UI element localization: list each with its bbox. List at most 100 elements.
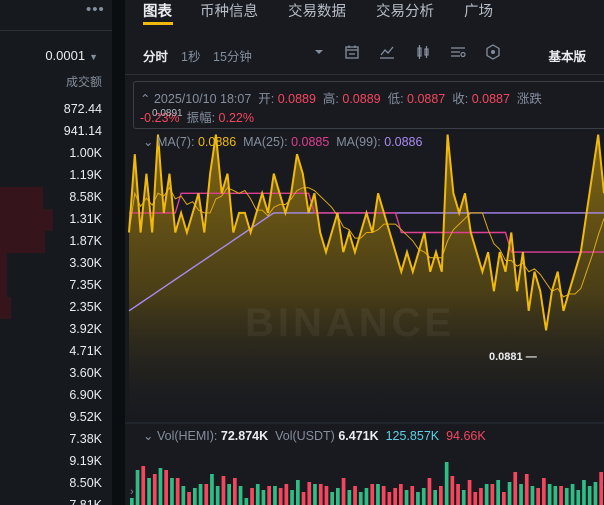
ma7-value: 0.0886 xyxy=(197,135,237,149)
vol-usdt-label: Vol(USDT) xyxy=(275,429,335,443)
volume-bar xyxy=(513,472,518,505)
chevron-up-icon[interactable]: ⌃ xyxy=(140,92,150,106)
order-book-row[interactable]: 2.35K xyxy=(0,297,112,319)
volume-bar xyxy=(433,490,437,505)
order-book-amount: 7.81K xyxy=(69,498,102,505)
volume-bar xyxy=(336,488,340,505)
chevron-down-icon: ▼ xyxy=(89,52,98,62)
volume-bar xyxy=(547,484,552,505)
volume-bar xyxy=(296,480,300,505)
order-book-amount: 1.00K xyxy=(69,146,102,160)
order-book-row[interactable]: 7.81K xyxy=(0,495,112,505)
order-book-row[interactable]: 1.00K xyxy=(0,143,112,165)
low-price-marker: 0.0881 — xyxy=(489,351,537,363)
volume-bar xyxy=(536,488,540,505)
hexagon-icon[interactable] xyxy=(485,44,501,60)
order-book-row[interactable]: 8.58K xyxy=(0,187,112,209)
volume-bar xyxy=(250,488,254,505)
order-book-amount: 3.30K xyxy=(69,256,102,270)
vol-ma2-value: 94.66K xyxy=(446,429,486,443)
tab-trading-data[interactable]: 交易数据 xyxy=(288,0,346,21)
order-book-row[interactable]: 941.14 xyxy=(0,121,112,143)
order-book-row[interactable]: 8.50K xyxy=(0,473,112,495)
volume-bar xyxy=(318,484,323,505)
candlestick-icon[interactable] xyxy=(415,44,431,60)
ma99-label: MA(99): xyxy=(336,135,381,149)
indicator-settings-icon[interactable] xyxy=(450,44,466,60)
volume-bar xyxy=(152,474,157,505)
order-book-amount: 8.50K xyxy=(69,476,102,490)
order-book-amount: 3.92K xyxy=(69,322,102,336)
ma-legend: ⌄ MA(7): 0.0886 MA(25): 0.0885 MA(99): 0… xyxy=(143,134,422,149)
volume-bar xyxy=(427,478,432,505)
interval-timeline[interactable]: 分时 xyxy=(143,46,168,65)
order-book-row[interactable]: 3.92K xyxy=(0,319,112,341)
volume-bar xyxy=(496,480,500,505)
tab-coin-info[interactable]: 币种信息 xyxy=(200,0,258,21)
chart-tabs: 图表 币种信息 交易数据 交易分析 广场 xyxy=(125,0,604,28)
volume-bar xyxy=(467,480,472,505)
volume-bar xyxy=(393,488,397,505)
ma-collapse-icon[interactable]: ⌄ xyxy=(143,135,153,149)
tab-trading-analysis[interactable]: 交易分析 xyxy=(376,0,434,21)
more-dots-icon[interactable]: ••• xyxy=(86,1,105,18)
volume-bar xyxy=(193,488,197,505)
precision-select[interactable]: 0.0001 ▼ xyxy=(45,48,98,63)
open-value: 0.0889 xyxy=(277,92,316,106)
volume-bar xyxy=(284,484,289,505)
order-book-amount: 6.90K xyxy=(69,388,102,402)
chevron-right-icon[interactable]: › xyxy=(130,486,134,498)
panel-divider[interactable] xyxy=(112,0,125,505)
interval-15m[interactable]: 15分钟 xyxy=(213,46,252,65)
volume-bar xyxy=(313,484,317,505)
order-book-amount: 7.38K xyxy=(69,432,102,446)
volume-bar xyxy=(170,478,174,505)
low-label: 低: xyxy=(387,92,404,106)
order-book-row[interactable]: 7.38K xyxy=(0,429,112,451)
volume-bar xyxy=(582,480,586,505)
volume-bar xyxy=(524,474,529,505)
volume-bar xyxy=(301,492,306,505)
volume-series xyxy=(130,462,603,505)
volume-bar xyxy=(587,486,592,505)
interval-1s[interactable]: 1秒 xyxy=(181,46,200,65)
order-book-amount: 4.71K xyxy=(69,344,102,358)
volume-bar xyxy=(255,484,260,505)
volume-bar xyxy=(542,478,546,505)
close-label: 收: xyxy=(452,92,469,106)
calendar-icon[interactable] xyxy=(344,44,360,60)
volume-bar xyxy=(564,488,569,505)
order-book-row[interactable]: 7.35K xyxy=(0,275,112,297)
volume-bar xyxy=(158,468,163,505)
order-book-row[interactable]: 4.71K xyxy=(0,341,112,363)
volume-bar xyxy=(244,498,249,505)
volume-bar xyxy=(370,484,375,505)
volume-bar xyxy=(416,492,420,505)
order-book-amount: 872.44 xyxy=(63,102,102,116)
vol-collapse-icon[interactable]: ⌄ xyxy=(143,429,153,443)
order-book-row[interactable]: 9.52K xyxy=(0,407,112,429)
order-book-row[interactable]: 6.90K xyxy=(0,385,112,407)
volume-bar xyxy=(461,490,466,505)
vol-ma1-value: 125.857K xyxy=(385,429,440,443)
volume-bar xyxy=(473,492,478,505)
order-book-row[interactable]: 1.87K xyxy=(0,231,112,253)
order-book-row[interactable]: 1.31K xyxy=(0,209,112,231)
volume-bar xyxy=(444,462,449,505)
tab-chart[interactable]: 图表 xyxy=(143,0,172,21)
volume-bar xyxy=(484,484,489,505)
dropdown-caret-icon[interactable] xyxy=(311,44,327,60)
order-book-row[interactable]: 9.19K xyxy=(0,451,112,473)
order-book-row[interactable]: 3.60K xyxy=(0,363,112,385)
volume-bar xyxy=(267,486,271,505)
depth-bar xyxy=(0,297,12,319)
order-book-row[interactable]: 872.44 xyxy=(0,99,112,121)
tab-square[interactable]: 广场 xyxy=(464,0,493,21)
depth-bar xyxy=(0,187,43,209)
view-mode-basic[interactable]: 基本版 xyxy=(548,46,586,65)
volume-bar xyxy=(261,490,266,505)
line-chart-icon[interactable] xyxy=(379,44,395,60)
order-book-row[interactable]: 3.30K xyxy=(0,253,112,275)
overlap-price-label: 0.0891 xyxy=(152,108,183,119)
order-book-row[interactable]: 1.19K xyxy=(0,165,112,187)
